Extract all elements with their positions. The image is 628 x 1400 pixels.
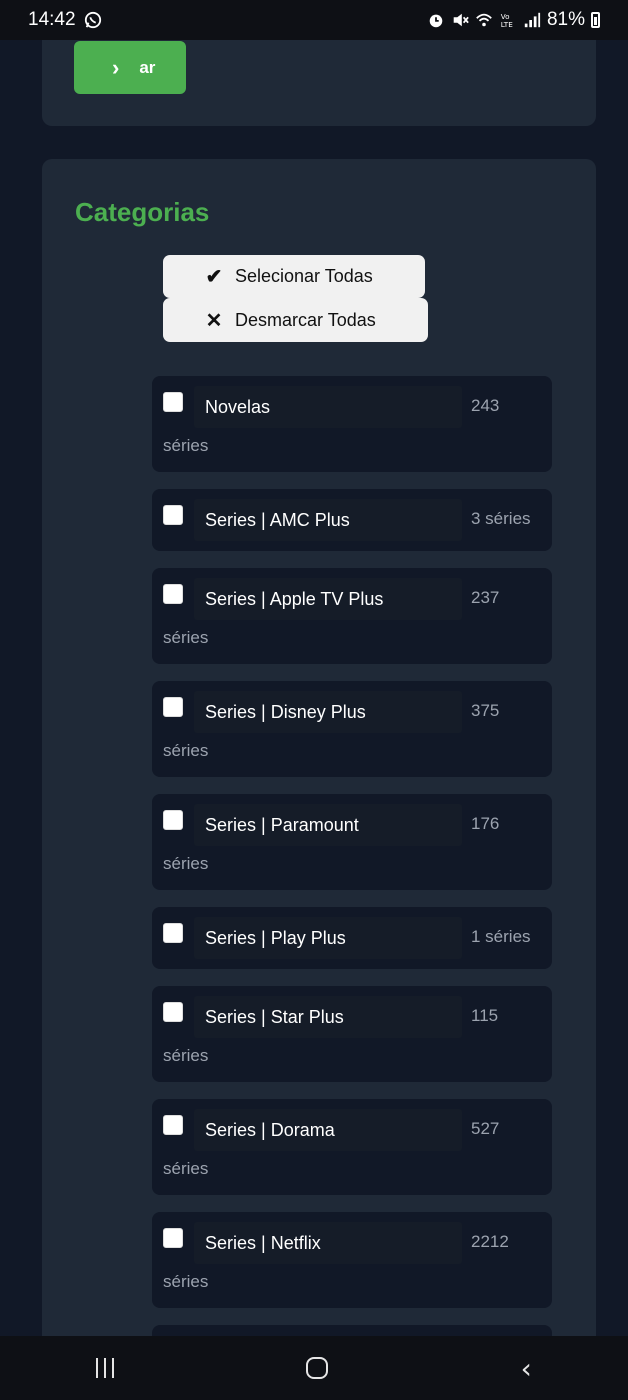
- category-name: Series | Dorama: [194, 1109, 462, 1151]
- battery-percent: 81%: [546, 9, 585, 30]
- home-button[interactable]: [306, 1357, 329, 1379]
- category-item-partial[interactable]: [152, 1325, 552, 1336]
- continue-button-label: ar: [139, 57, 156, 77]
- back-button[interactable]: ‹: [521, 1352, 532, 1385]
- category-item[interactable]: Novelas 243 séries: [152, 376, 552, 472]
- category-count: 115: [471, 1006, 499, 1025]
- category-name: Series | Play Plus: [194, 917, 462, 959]
- deselect-all-button[interactable]: ✕ Desmarcar Todas: [163, 298, 428, 342]
- select-all-button[interactable]: ✔ Selecionar Todas: [163, 255, 425, 298]
- category-count: 1 séries: [471, 927, 531, 946]
- checkmark-icon: ✔: [205, 266, 223, 288]
- status-time: 14:42: [28, 9, 76, 30]
- category-checkbox[interactable]: [163, 392, 183, 412]
- category-checkbox[interactable]: [163, 1002, 183, 1022]
- category-count: 2212: [471, 1232, 509, 1251]
- navigation-bar: ‹: [0, 1336, 628, 1400]
- category-item[interactable]: Series | Disney Plus 375 séries: [152, 681, 552, 777]
- category-count: 243: [471, 396, 500, 415]
- status-left: 14:42: [28, 9, 102, 31]
- recent-apps-button[interactable]: [96, 1358, 115, 1378]
- status-right: Vo LTE 81%: [427, 9, 600, 31]
- category-count: 375: [471, 701, 500, 720]
- category-checkbox[interactable]: [163, 810, 183, 830]
- category-checkbox[interactable]: [163, 1115, 183, 1135]
- category-count-unit: séries: [163, 436, 209, 455]
- category-item[interactable]: Series | Netflix 2212 séries: [152, 1212, 552, 1308]
- category-count-unit: séries: [163, 741, 209, 760]
- deselect-all-label: Desmarcar Todas: [235, 309, 376, 330]
- category-name: Series | AMC Plus: [194, 499, 462, 541]
- category-name: Series | Star Plus: [194, 996, 462, 1038]
- recent-apps-icon-bar: [112, 1358, 115, 1378]
- category-checkbox[interactable]: [163, 1228, 183, 1248]
- signal-icon: [524, 12, 541, 28]
- close-icon: ✕: [205, 309, 223, 332]
- page-content: › ar Categorias ✔ Selecionar Todas ✕ Des…: [0, 40, 628, 1336]
- top-card: › ar: [42, 40, 596, 126]
- recent-apps-icon-bar: [104, 1358, 107, 1378]
- category-item[interactable]: Series | Paramount 176 séries: [152, 794, 552, 890]
- category-name: Novelas: [194, 386, 462, 428]
- volte-icon: Vo LTE: [501, 12, 513, 29]
- category-count-unit: séries: [163, 628, 209, 647]
- category-count-unit: séries: [163, 1159, 209, 1178]
- category-item[interactable]: Series | Apple TV Plus 237 séries: [152, 568, 552, 664]
- svg-text:LTE: LTE: [501, 20, 513, 29]
- category-count-unit: séries: [163, 854, 209, 873]
- recent-apps-icon-bar: [96, 1358, 99, 1378]
- category-item[interactable]: Series | AMC Plus 3 séries: [152, 489, 552, 551]
- wifi-icon: [476, 13, 492, 27]
- chevron-right-icon: ›: [112, 54, 120, 80]
- category-name: Series | Paramount: [194, 804, 462, 846]
- alarm-icon: [429, 14, 443, 28]
- continue-button[interactable]: › ar: [74, 41, 186, 94]
- category-name: Series | Netflix: [194, 1222, 462, 1264]
- category-item[interactable]: Series | Star Plus 115 séries: [152, 986, 552, 1082]
- category-count: 527: [471, 1119, 500, 1138]
- categories-title: Categorias: [75, 197, 210, 227]
- whatsapp-icon: [84, 11, 101, 29]
- categories-card: Categorias ✔ Selecionar Todas ✕ Desmarca…: [42, 159, 596, 1336]
- category-name: Series | Disney Plus: [194, 691, 462, 733]
- category-item[interactable]: Series | Play Plus 1 séries: [152, 907, 552, 969]
- category-count-unit: séries: [163, 1046, 209, 1065]
- category-count: 237: [471, 588, 500, 607]
- category-checkbox[interactable]: [163, 505, 183, 525]
- category-checkbox[interactable]: [163, 584, 183, 604]
- category-count: 3 séries: [471, 509, 531, 528]
- battery-icon: [591, 12, 600, 28]
- category-checkbox[interactable]: [163, 923, 183, 943]
- category-checkbox[interactable]: [163, 697, 183, 717]
- category-item[interactable]: Series | Dorama 527 séries: [152, 1099, 552, 1195]
- status-bar: 14:42 Vo LTE 81%: [0, 0, 628, 40]
- category-count-unit: séries: [163, 1272, 209, 1291]
- select-all-label: Selecionar Todas: [235, 266, 373, 286]
- category-name: Series | Apple TV Plus: [194, 578, 462, 620]
- mute-icon: [453, 13, 469, 27]
- category-count: 176: [471, 814, 500, 833]
